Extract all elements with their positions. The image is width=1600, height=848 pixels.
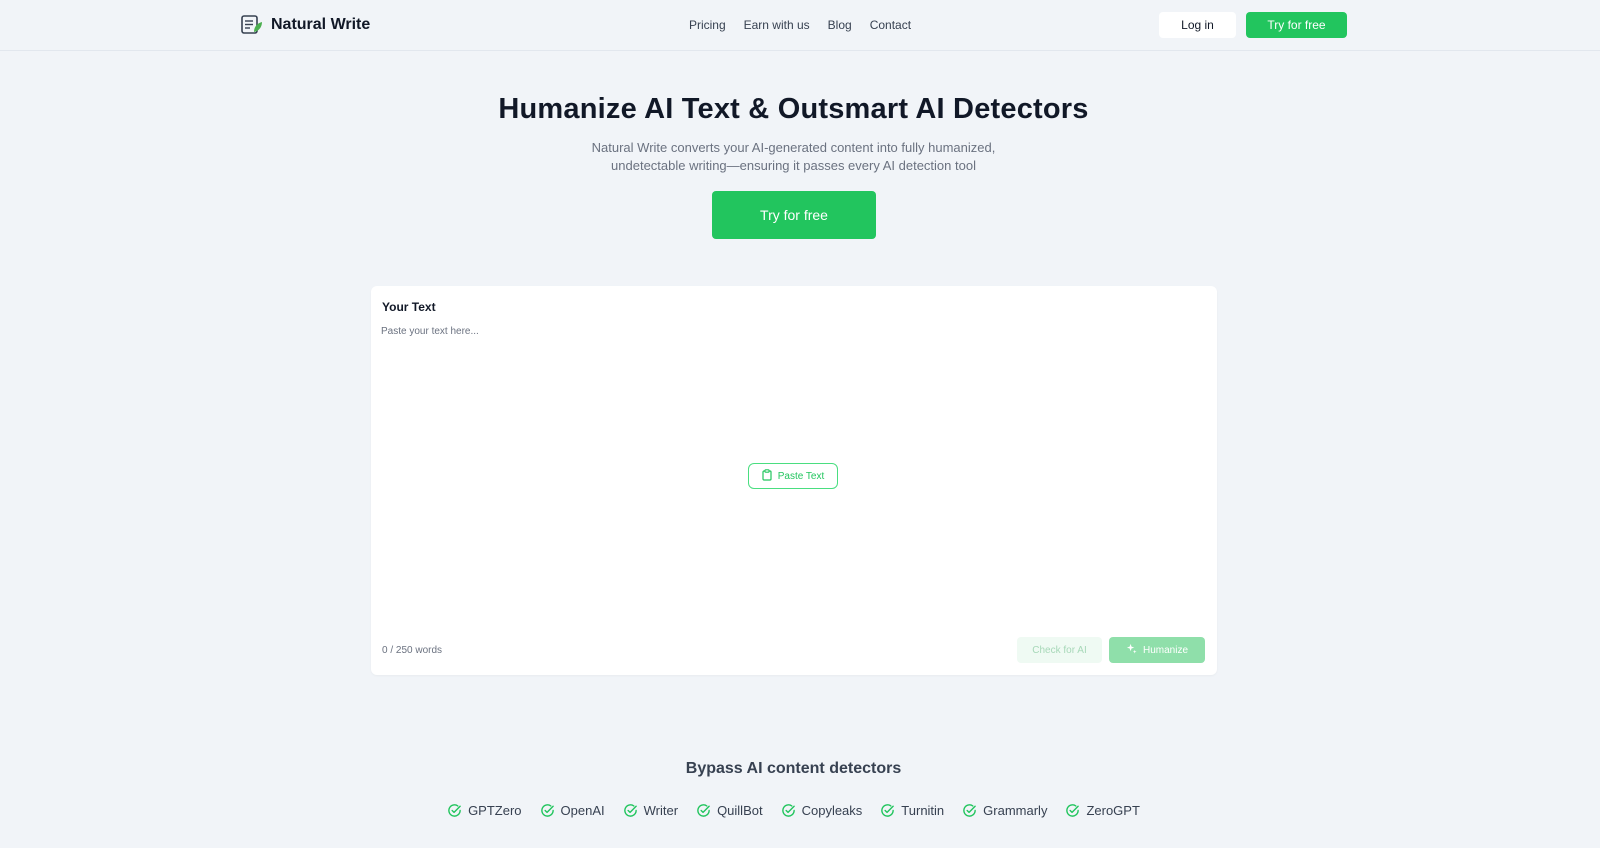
clipboard-icon bbox=[762, 468, 772, 484]
detector-zerogpt: ZeroGPT bbox=[1065, 803, 1140, 818]
login-button[interactable]: Log in bbox=[1159, 12, 1236, 38]
hero-try-free-button[interactable]: Try for free bbox=[712, 191, 876, 239]
detector-copyleaks: Copyleaks bbox=[781, 803, 863, 818]
detector-label: Writer bbox=[643, 803, 679, 818]
detector-list: GPTZero OpenAI Writer QuillBot Copyleaks… bbox=[0, 803, 1587, 818]
bypass-title: Bypass AI content detectors bbox=[685, 760, 902, 777]
header-try-free-button[interactable]: Try for free bbox=[1246, 12, 1347, 38]
site-header: Natural Write Pricing Earn with us Blog … bbox=[0, 0, 1600, 51]
hero-subtitle-line-2: undetectable writing—ensuring it passes … bbox=[611, 158, 976, 173]
detector-label: ZeroGPT bbox=[1086, 803, 1140, 818]
check-circle-icon bbox=[696, 803, 711, 818]
nav-link-contact[interactable]: Contact bbox=[870, 18, 911, 32]
detector-quillbot: QuillBot bbox=[696, 803, 763, 818]
document-leaf-icon bbox=[241, 15, 263, 35]
logo[interactable]: Natural Write bbox=[241, 14, 370, 36]
sparkle-icon bbox=[1126, 643, 1137, 657]
nav-link-blog[interactable]: Blog bbox=[828, 18, 852, 32]
detector-grammarly: Grammarly bbox=[962, 803, 1047, 818]
check-circle-icon bbox=[623, 803, 638, 818]
check-circle-icon bbox=[540, 803, 555, 818]
paste-text-button[interactable]: Paste Text bbox=[748, 463, 838, 489]
nav-link-earn-with-us[interactable]: Earn with us bbox=[744, 18, 810, 32]
hero-subtitle: Natural Write converts your AI-generated… bbox=[0, 139, 1587, 175]
editor-card: Your Text Paste Text 0 / 250 words Check… bbox=[371, 286, 1217, 675]
main-nav: Pricing Earn with us Blog Contact bbox=[0, 0, 1600, 50]
logo-text: Natural Write bbox=[271, 16, 371, 33]
word-count: 0 / 250 words bbox=[382, 645, 443, 656]
check-circle-icon bbox=[962, 803, 977, 818]
check-circle-icon bbox=[781, 803, 796, 818]
humanize-label: Humanize bbox=[1142, 644, 1189, 656]
paste-text-label: Paste Text bbox=[777, 470, 825, 482]
detector-label: OpenAI bbox=[560, 803, 605, 818]
detector-gptzero: GPTZero bbox=[447, 803, 522, 818]
editor-title: Your Text bbox=[382, 300, 436, 314]
detector-label: Turnitin bbox=[901, 803, 945, 818]
humanize-button[interactable]: Humanize bbox=[1109, 637, 1205, 663]
check-for-ai-button[interactable]: Check for AI bbox=[1017, 637, 1102, 663]
hero-subtitle-line-1: Natural Write converts your AI-generated… bbox=[591, 140, 996, 155]
detector-openai: OpenAI bbox=[540, 803, 605, 818]
hero-title: Humanize AI Text & Outsmart AI Detectors bbox=[498, 93, 1089, 125]
detector-label: GPTZero bbox=[468, 803, 522, 818]
detector-label: Grammarly bbox=[983, 803, 1048, 818]
nav-link-pricing[interactable]: Pricing bbox=[689, 18, 726, 32]
check-circle-icon bbox=[880, 803, 895, 818]
detector-writer: Writer bbox=[623, 803, 678, 818]
detector-label: Copyleaks bbox=[801, 803, 863, 818]
check-circle-icon bbox=[447, 803, 462, 818]
detector-turnitin: Turnitin bbox=[880, 803, 944, 818]
check-circle-icon bbox=[1065, 803, 1080, 818]
detector-label: QuillBot bbox=[717, 803, 763, 818]
